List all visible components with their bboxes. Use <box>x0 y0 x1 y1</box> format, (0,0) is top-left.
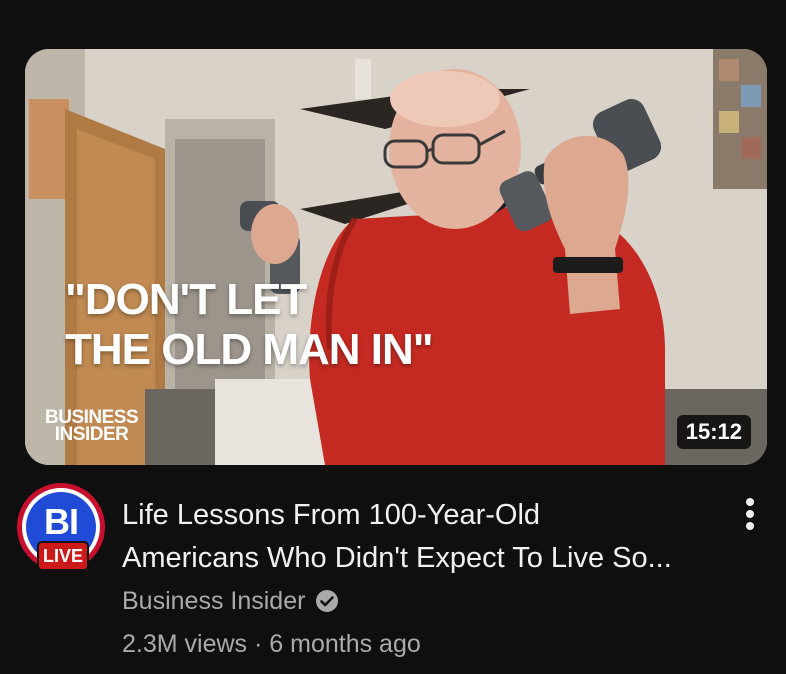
video-title[interactable]: Life Lessons From 100-Year-Old Americans… <box>122 494 722 580</box>
avatar-initials: BI <box>44 501 79 542</box>
live-badge: LIVE <box>37 541 89 571</box>
business-insider-logo: BUSINESS INSIDER <box>45 408 139 445</box>
thumbnail-headline: "DON'T LET THE OLD MAN IN" <box>65 275 434 375</box>
channel-avatar[interactable]: BI LIVE <box>17 483 105 571</box>
more-actions-button[interactable] <box>732 492 768 540</box>
channel-name-link[interactable]: Business Insider <box>122 585 339 617</box>
logo-line2: INSIDER <box>54 424 129 445</box>
thumbnail-photo <box>25 49 767 465</box>
video-title-line2: Americans Who Didn't Expect To Live So..… <box>122 542 672 574</box>
video-meta: 2.3M views · 6 months ago <box>122 628 421 660</box>
duration-badge: 15:12 <box>676 415 751 449</box>
upload-age: 6 months ago <box>269 630 421 658</box>
video-thumbnail[interactable]: "DON'T LET THE OLD MAN IN" BUSINESS INSI… <box>25 49 767 465</box>
meta-separator: · <box>247 630 270 658</box>
view-count: 2.3M views <box>122 630 248 658</box>
thumbnail-headline-line1: "DON'T LET <box>65 275 307 324</box>
video-card: "DON'T LET THE OLD MAN IN" BUSINESS INSI… <box>0 0 786 674</box>
more-vert-icon <box>746 498 754 530</box>
channel-name: Business Insider <box>122 587 306 615</box>
thumbnail-headline-line2: THE OLD MAN IN" <box>65 325 434 374</box>
video-title-line1: Life Lessons From 100-Year-Old <box>122 499 541 531</box>
verified-check-icon <box>316 590 339 612</box>
